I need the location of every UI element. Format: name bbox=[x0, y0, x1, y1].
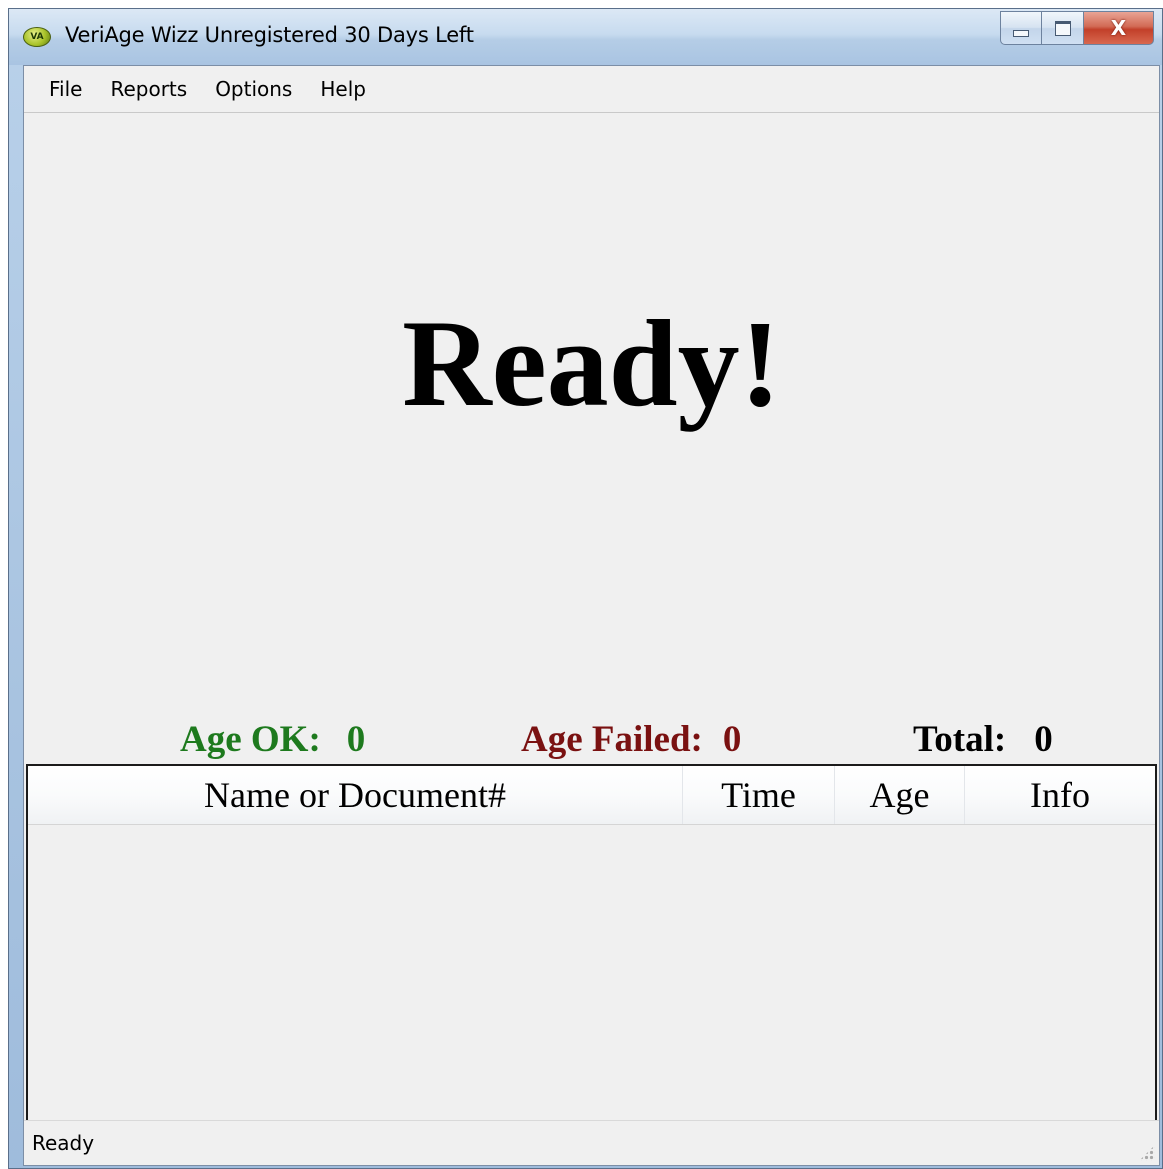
total-value: 0 bbox=[1034, 719, 1053, 760]
stat-total: Total: 0 bbox=[913, 718, 1053, 761]
column-header-time[interactable]: Time bbox=[683, 766, 835, 824]
status-message: Ready! bbox=[402, 295, 781, 432]
close-icon: X bbox=[1110, 16, 1127, 40]
stat-age-failed: Age Failed: 0 bbox=[521, 718, 741, 761]
menu-bar: File Reports Options Help bbox=[24, 66, 1159, 113]
age-ok-label: Age OK: bbox=[180, 719, 321, 760]
menu-options[interactable]: Options bbox=[206, 73, 301, 105]
window-title: VeriAge Wizz Unregistered 30 Days Left bbox=[65, 23, 474, 47]
status-bar-text: Ready bbox=[32, 1131, 95, 1155]
table-header: Name or Document# Time Age Info bbox=[28, 766, 1155, 825]
stats-row: Age OK: 0 Age Failed: 0 Total: 0 bbox=[24, 718, 1159, 768]
app-window: VA VeriAge Wizz Unregistered 30 Days Lef… bbox=[8, 8, 1163, 1169]
total-label: Total: bbox=[913, 719, 1007, 760]
menu-reports[interactable]: Reports bbox=[101, 73, 196, 105]
status-bar: Ready bbox=[24, 1120, 1159, 1165]
client-area: File Reports Options Help Ready! Age OK:… bbox=[23, 65, 1160, 1166]
title-bar[interactable]: VA VeriAge Wizz Unregistered 30 Days Lef… bbox=[9, 9, 1162, 65]
age-failed-value: 0 bbox=[722, 719, 742, 760]
results-table[interactable]: Name or Document# Time Age Info bbox=[26, 764, 1157, 1122]
age-ok-value: 0 bbox=[346, 719, 366, 760]
minimize-icon bbox=[1013, 29, 1029, 37]
table-body[interactable] bbox=[28, 825, 1155, 1120]
age-failed-label: Age Failed: bbox=[521, 719, 703, 760]
menu-file[interactable]: File bbox=[40, 73, 91, 105]
menu-help[interactable]: Help bbox=[311, 73, 375, 105]
resize-grip-icon[interactable] bbox=[1139, 1145, 1155, 1161]
column-header-info[interactable]: Info bbox=[965, 766, 1155, 824]
caption-buttons: X bbox=[1000, 11, 1154, 47]
maximize-icon bbox=[1054, 20, 1071, 36]
column-header-name[interactable]: Name or Document# bbox=[28, 766, 683, 824]
close-button[interactable]: X bbox=[1084, 11, 1154, 45]
minimize-button[interactable] bbox=[1000, 11, 1042, 45]
column-header-age[interactable]: Age bbox=[835, 766, 965, 824]
maximize-button[interactable] bbox=[1042, 11, 1084, 45]
app-logo-icon[interactable]: VA bbox=[23, 27, 51, 47]
stat-age-ok: Age OK: 0 bbox=[180, 718, 365, 761]
